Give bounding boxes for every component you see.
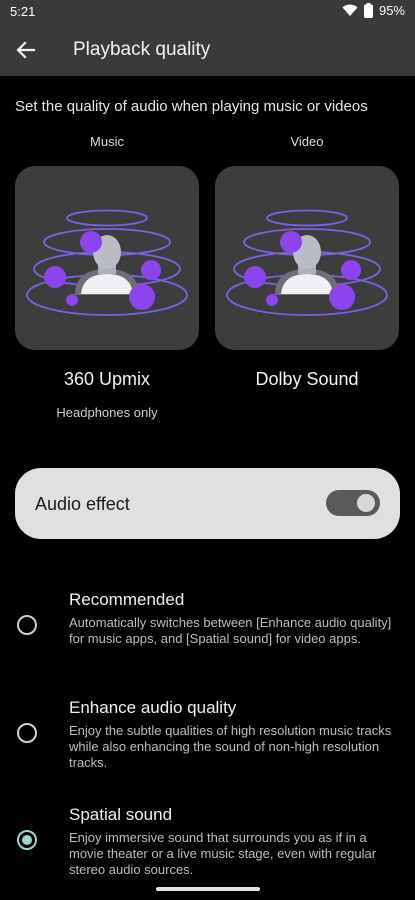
- spatial-audio-illustration: [26, 209, 188, 316]
- option-title: Spatial sound: [69, 805, 173, 824]
- page-description: Set the quality of audio when playing mu…: [15, 98, 368, 115]
- option-title: Recommended: [69, 590, 185, 609]
- home-indicator[interactable]: [156, 887, 260, 891]
- status-icons: 95%: [342, 3, 405, 18]
- battery-percent: 95%: [378, 3, 405, 18]
- option-enhance-audio-quality[interactable]: Enhance audio quality Enjoy the subtle q…: [0, 693, 415, 773]
- audio-effect-label: Audio effect: [35, 494, 130, 514]
- video-card: [215, 166, 399, 350]
- radio-button[interactable]: [17, 615, 37, 635]
- audio-effect-toggle[interactable]: [326, 490, 380, 516]
- status-bar: 5:21 95%: [0, 0, 415, 24]
- spatial-audio-illustration: [226, 209, 388, 316]
- music-mode-note: Headphones only: [56, 405, 158, 420]
- wifi-icon: [342, 4, 358, 16]
- option-recommended[interactable]: Recommended Automatically switches betwe…: [0, 585, 415, 665]
- status-time: 5:21: [10, 4, 36, 19]
- radio-button-selected[interactable]: [17, 830, 37, 850]
- audio-effect-card[interactable]: Audio effect: [15, 468, 400, 539]
- option-description: Automatically switches between [Enhance …: [69, 615, 392, 646]
- video-label: Video: [290, 134, 324, 149]
- option-description: Enjoy the subtle qualities of high resol…: [69, 723, 392, 770]
- page-title: Playback quality: [73, 39, 211, 60]
- radio-button[interactable]: [17, 723, 37, 743]
- option-title: Enhance audio quality: [69, 698, 237, 717]
- back-button[interactable]: [10, 34, 42, 66]
- toggle-knob: [357, 494, 375, 512]
- music-label: Music: [90, 134, 124, 149]
- option-description: Enjoy immersive sound that surrounds you…: [69, 830, 377, 877]
- app-bar: Playback quality: [0, 24, 415, 76]
- video-mode-title: Dolby Sound: [255, 369, 359, 389]
- music-mode-title: 360 Upmix: [63, 369, 151, 389]
- option-spatial-sound[interactable]: Spatial sound Enjoy immersive sound that…: [0, 800, 415, 880]
- arrow-back-icon: [16, 41, 36, 59]
- battery-icon: [363, 3, 373, 18]
- music-card: [15, 166, 199, 350]
